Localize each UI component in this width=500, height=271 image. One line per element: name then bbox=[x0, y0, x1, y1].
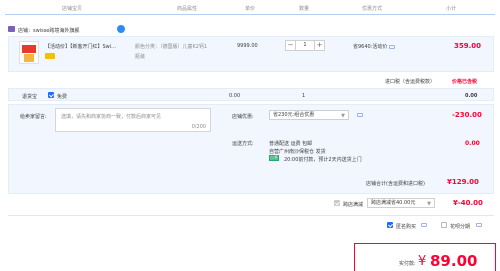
tax-label: 进口税（含运费税款） bbox=[385, 79, 436, 85]
anonymous-checkbox[interactable] bbox=[387, 222, 393, 228]
shipping-line3: 20:00前付款，预计2天内送货上门 bbox=[284, 157, 362, 163]
shipping-tag: 自营 bbox=[269, 155, 279, 161]
anonymous-label: 匿名购买 bbox=[396, 224, 417, 230]
payment-amount: 89.00 bbox=[430, 252, 478, 270]
cross-store-label: 跨店满减 bbox=[343, 202, 364, 208]
return-insurance-row bbox=[8, 88, 494, 101]
cross-store-value: 跨店满减省40.00元 bbox=[371, 200, 416, 206]
return-insurance-checkbox[interactable] bbox=[48, 92, 54, 98]
shop-total-value: ¥129.00 bbox=[447, 178, 479, 186]
cross-store-divider bbox=[8, 215, 494, 216]
tax-value: 价格已含税 bbox=[452, 79, 478, 85]
installment-checkbox[interactable] bbox=[441, 222, 447, 228]
shop-discount-value: 省230元:组合优惠 bbox=[273, 112, 315, 118]
shop-discount-label: 店铺优惠: bbox=[232, 114, 254, 120]
col-header-subtotal: 小计 bbox=[446, 6, 457, 12]
shop-badge-icon bbox=[117, 25, 125, 33]
thumbnail-box-icon bbox=[24, 54, 34, 62]
shop-discount-info-icon[interactable] bbox=[357, 113, 363, 117]
shop-discount-amount: -230.00 bbox=[452, 111, 482, 119]
cross-store-checkbox[interactable] bbox=[334, 200, 340, 206]
thumbnail-label-icon bbox=[22, 45, 36, 53]
col-header-discount: 优惠方式 bbox=[362, 6, 383, 12]
buyer-note-input[interactable]: 选填，请先和商家协商一致，付款后商家可见 0/200 bbox=[55, 108, 211, 132]
cross-store-select[interactable]: 跨店满减省40.00元 ▼ bbox=[367, 198, 435, 208]
return-insurance-price: 0.00 bbox=[229, 93, 241, 99]
item-row bbox=[8, 36, 494, 72]
quantity-input[interactable]: 1 bbox=[295, 40, 315, 51]
cross-store-amount: ¥-40.00 bbox=[453, 199, 483, 207]
payment-label: 实付款: bbox=[399, 261, 416, 267]
col-header-attributes: 商品属性 bbox=[177, 6, 198, 12]
chevron-down-icon: ▼ bbox=[427, 201, 431, 207]
discount-info-icon[interactable] bbox=[389, 44, 396, 49]
product-attributes-line1: 颜色分类：（德国版）儿童K2钙1 bbox=[135, 44, 208, 50]
col-header-quantity: 数量 bbox=[299, 6, 310, 12]
return-insurance-qty: 1 bbox=[302, 93, 306, 99]
buyer-note-label: 给卖家留言: bbox=[20, 114, 47, 120]
item-subtotal: 359.00 bbox=[454, 42, 482, 50]
header-divider bbox=[5, 14, 495, 15]
return-insurance-label: 退货宝 bbox=[22, 94, 38, 100]
shop-discount-select[interactable]: 省230元:组合优惠 ▼ bbox=[269, 110, 349, 120]
return-insurance-option: 免费 bbox=[57, 94, 68, 100]
quantity-increase-button[interactable]: + bbox=[314, 40, 325, 51]
unit-price: 9999.00 bbox=[237, 43, 258, 49]
shop-name[interactable]: 店铺：swisse跨境海外旗舰 bbox=[18, 27, 79, 34]
shop-icon bbox=[8, 26, 15, 32]
chevron-down-icon: ▼ bbox=[341, 113, 345, 119]
installment-label: 花呗分期 bbox=[450, 224, 471, 230]
shop-total-label: 店铺合计(含运费和进口税) bbox=[366, 181, 425, 187]
col-header-item: 店铺宝贝 bbox=[62, 6, 83, 12]
buyer-note-counter: 0/200 bbox=[191, 124, 206, 130]
product-attributes-line2: 瓶装 bbox=[135, 54, 146, 60]
product-title[interactable]: 【活动价】【新客开门红】Swi... bbox=[45, 43, 116, 50]
anonymous-info-icon[interactable] bbox=[421, 223, 427, 227]
payment-currency: ¥ bbox=[418, 254, 427, 269]
item-discount-text: 省9640:活动价 bbox=[353, 44, 388, 50]
item-discount: 省9640:活动价 bbox=[353, 43, 396, 50]
product-thumbnail[interactable] bbox=[19, 41, 39, 64]
shipping-label: 运送方式: bbox=[232, 141, 254, 147]
shipping-line2: 自营广州南沙保税仓 发货 bbox=[269, 149, 326, 155]
col-header-price: 单价 bbox=[245, 6, 256, 12]
product-badge-icon bbox=[45, 53, 55, 59]
buyer-note-placeholder: 选填，请先和商家协商一致，付款后商家可见 bbox=[61, 114, 162, 120]
shipping-amount: 0.00 bbox=[465, 140, 480, 147]
installment-info-icon[interactable] bbox=[476, 223, 482, 227]
return-insurance-subtotal: 0.00 bbox=[465, 93, 478, 99]
shipping-line1: 普通配送 运费 包邮 bbox=[269, 141, 313, 147]
